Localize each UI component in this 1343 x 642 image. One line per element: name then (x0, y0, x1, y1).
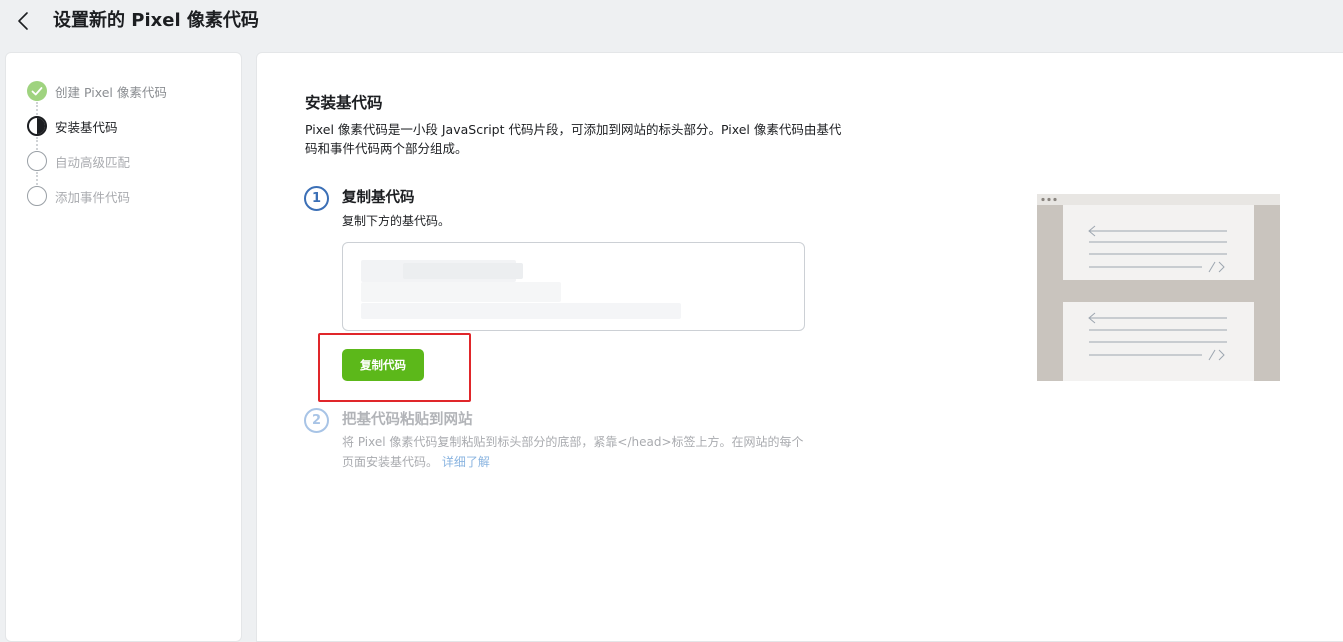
empty-circle-icon (27, 151, 47, 171)
learn-more-link[interactable]: 详细了解 (442, 455, 490, 469)
sidebar-step-add-event-code[interactable]: 添加事件代码 (27, 185, 130, 207)
step-connector (36, 172, 38, 185)
step2-title: 把基代码粘贴到网站 (342, 412, 473, 428)
step-connector (36, 102, 38, 115)
empty-circle-icon (27, 186, 47, 206)
section-description: Pixel 像素代码是一小段 JavaScript 代码片段，可添加到网站的标头… (305, 122, 842, 156)
step2-description-text: 将 Pixel 像素代码复制粘贴到标头部分的底部，紧靠</head>标签上方。在… (342, 435, 804, 469)
chevron-left-icon (18, 12, 28, 30)
sidebar-step-label: 添加事件代码 (55, 189, 131, 205)
blurred-code (403, 263, 523, 279)
code-placement-illustration (1037, 194, 1280, 381)
step-number-badge: 2 (304, 408, 329, 433)
copy-code-button[interactable]: 复制代码 (342, 349, 424, 381)
back-button[interactable] (12, 9, 36, 33)
step1-title: 复制基代码 (342, 190, 415, 206)
main-panel: 安装基代码 Pixel 像素代码是一小段 JavaScript 代码片段，可添加… (256, 52, 1343, 642)
page-title: 设置新的 Pixel 像素代码 (53, 10, 259, 31)
section-title: 安装基代码 (305, 94, 383, 112)
top-header: 设置新的 Pixel 像素代码 (0, 0, 1343, 46)
sidebar-step-label: 创建 Pixel 像素代码 (55, 84, 167, 100)
sidebar-step-label: 自动高级匹配 (55, 154, 131, 170)
step-connector (36, 137, 38, 150)
step1-description: 复制下方的基代码。 (342, 214, 451, 228)
step2-description: 将 Pixel 像素代码复制粘贴到标头部分的底部，紧靠</head>标签上方。在… (342, 432, 812, 472)
blurred-code (361, 303, 681, 319)
step-number-badge: 1 (304, 186, 329, 211)
steps-sidebar: 创建 Pixel 像素代码 安装基代码 自动高级匹配 添加事件代码 (5, 52, 242, 642)
sidebar-step-label: 安装基代码 (55, 119, 118, 135)
sidebar-step-install-base-code[interactable]: 安装基代码 (27, 115, 118, 137)
check-circle-icon (27, 81, 47, 101)
base-code-box[interactable] (342, 242, 805, 331)
blurred-code (361, 282, 561, 302)
sidebar-step-create-pixel[interactable]: 创建 Pixel 像素代码 (27, 80, 167, 102)
half-circle-icon (27, 116, 47, 136)
sidebar-step-auto-advanced-matching[interactable]: 自动高级匹配 (27, 150, 130, 172)
